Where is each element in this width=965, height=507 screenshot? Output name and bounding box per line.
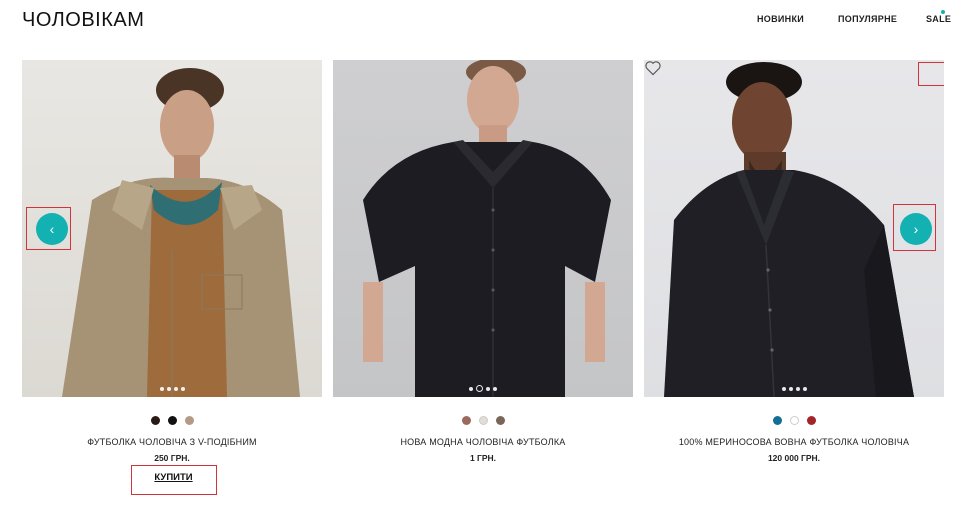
nav-new-arrivals[interactable]: НОВИНКИ: [757, 14, 804, 24]
carousel-dot[interactable]: [493, 386, 497, 391]
carousel-dot[interactable]: [469, 386, 473, 391]
product-price: 120 000 ГРН.: [767, 453, 821, 463]
nav-sale[interactable]: SALE: [926, 14, 951, 24]
color-swatch[interactable]: [478, 416, 488, 426]
product-image-2[interactable]: [333, 60, 633, 397]
site-header: ЧОЛОВІКАМ НОВИНКИ ПОПУЛЯРНЕ SALE: [0, 0, 965, 44]
model-figure-black-shirt: [363, 60, 611, 397]
color-swatch[interactable]: [461, 416, 471, 426]
color-swatch[interactable]: [167, 416, 177, 426]
color-swatches: [22, 412, 322, 426]
carousel-dots[interactable]: [333, 380, 633, 393]
highlight-box: КУПИТИ: [131, 465, 217, 495]
carousel-dots[interactable]: [22, 380, 322, 391]
product-image-1[interactable]: ‹: [22, 60, 322, 397]
sale-indicator-dot: [941, 10, 945, 14]
product-card-3: › 100% МЕРИНОСОВА ВОВНА ФУТБОЛКА ЧОЛОВІЧ…: [644, 60, 944, 500]
page-title: ЧОЛОВІКАМ: [22, 9, 145, 31]
product-price: 1 ГРН.: [469, 453, 497, 463]
prev-image-button[interactable]: ‹: [36, 213, 68, 245]
product-card-2: НОВА МОДНА ЧОЛОВІЧА ФУТБОЛКА 1 ГРН.: [333, 60, 633, 500]
color-swatches: [333, 412, 633, 426]
carousel-dot[interactable]: [795, 386, 800, 391]
carousel-dots[interactable]: [644, 380, 944, 391]
color-swatch[interactable]: [789, 416, 799, 426]
heart-icon[interactable]: [644, 60, 662, 76]
color-swatch[interactable]: [150, 416, 160, 426]
color-swatch[interactable]: [806, 416, 816, 426]
color-swatch[interactable]: [772, 416, 782, 426]
color-swatch[interactable]: [495, 416, 505, 426]
product-card-1: ‹ ФУТБОЛКА ЧОЛОВІЧА З V-ПОДІБНИМ 250 ГРН…: [22, 60, 322, 500]
color-swatches: [644, 412, 944, 426]
carousel-dot[interactable]: [788, 386, 793, 391]
carousel-dot[interactable]: [486, 386, 490, 391]
carousel-dot[interactable]: [781, 386, 786, 391]
product-name[interactable]: 100% МЕРИНОСОВА ВОВНА ФУТБОЛКА ЧОЛОВІЧА: [644, 437, 944, 447]
carousel-dot[interactable]: [173, 386, 178, 391]
highlight-box: [918, 62, 944, 86]
carousel-dot[interactable]: [802, 386, 807, 391]
carousel-dot[interactable]: [180, 386, 185, 391]
chevron-left-icon: ‹: [49, 221, 55, 237]
next-image-button[interactable]: ›: [900, 213, 932, 245]
carousel-dot[interactable]: [159, 386, 164, 391]
product-name[interactable]: ФУТБОЛКА ЧОЛОВІЧА З V-ПОДІБНИМ: [22, 437, 322, 447]
chevron-right-icon: ›: [913, 221, 919, 237]
product-price: 250 ГРН.: [154, 453, 190, 463]
carousel-dot[interactable]: [166, 386, 171, 391]
color-swatch[interactable]: [184, 416, 194, 426]
nav-popular[interactable]: ПОПУЛЯРНЕ: [838, 14, 897, 24]
buy-button[interactable]: КУПИТИ: [132, 466, 215, 493]
product-image-3[interactable]: ›: [644, 60, 944, 397]
product-name[interactable]: НОВА МОДНА ЧОЛОВІЧА ФУТБОЛКА: [333, 437, 633, 447]
